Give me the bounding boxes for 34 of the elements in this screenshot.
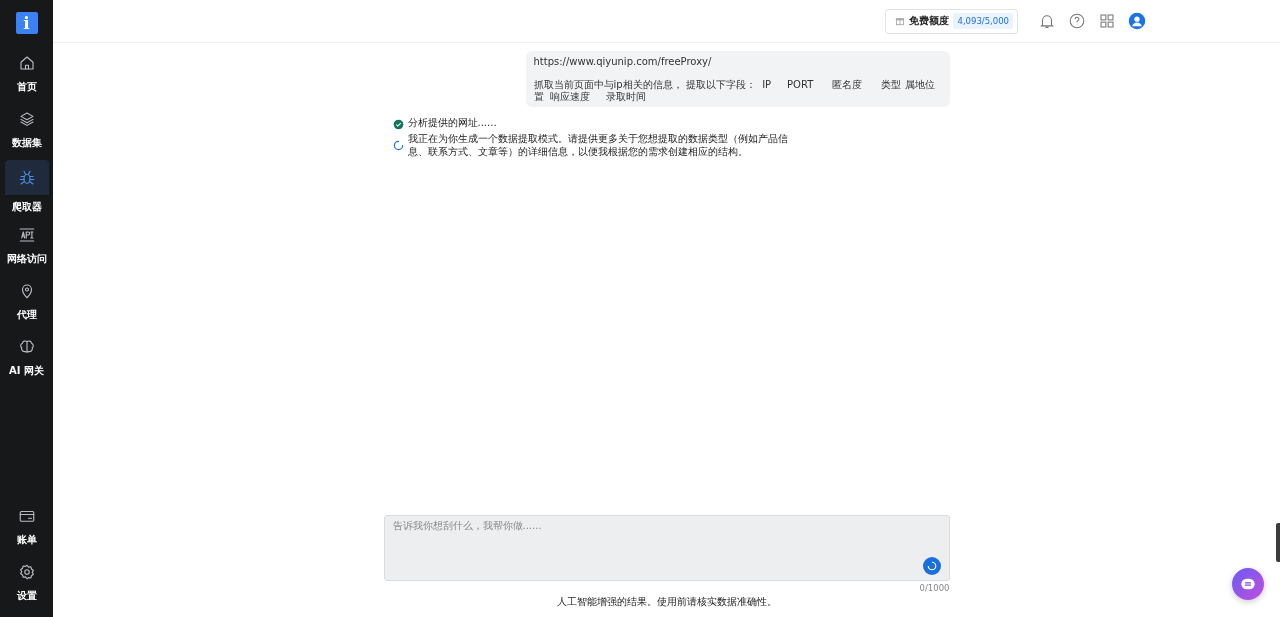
chat-button[interactable] [1232,568,1264,600]
nav-item[interactable]: 账单 [4,501,49,553]
bug-icon [17,169,36,187]
nav-item[interactable]: 首页 [4,48,49,100]
quota-label: 免费额度 [909,14,950,28]
check-icon [392,119,404,130]
nav-item[interactable]: AI 网关 [4,332,49,384]
brain-icon [17,338,36,356]
bell-icon[interactable] [1038,12,1056,30]
disclaimer-text: 人工智能增强的结果。使用前请核实数据准确性。 [556,595,777,609]
side-handle[interactable] [1276,523,1280,562]
spinner-icon [392,140,404,151]
quota-value: 4,093/5,000 [953,13,1013,29]
avatar-icon[interactable] [1128,12,1146,30]
help-icon[interactable] [1068,12,1086,30]
prompt-field[interactable]: 告诉我你想刮什么，我帮你做...... [383,515,950,581]
api-icon [17,226,36,244]
nav-item[interactable]: 代理 [4,276,49,328]
nav-item[interactable]: 网络访问 [4,220,49,272]
logo-icon: i [15,12,38,34]
layers-icon [17,110,36,128]
gift-icon [895,16,906,26]
status-text: 分析提供的网址...... [407,117,497,130]
status-text: 我正在为你生成一个数据提取模式。请提供更多关于您想提取的数据类型（例如产品信息、联系方式、文章等）的详细信息，以便我根据您的需求创建相应的结构。 [407,133,789,158]
apps-grid-icon[interactable] [1098,12,1116,30]
message-text: 抓取当前页面中与ip相关的信息， 提取以下字段： IP PORT 匿名度 类型 属地位置 响应速度 录取时间 [533,79,936,103]
spinner-icon [925,560,938,572]
settings-icon [17,563,36,581]
nav-item[interactable]: 数据集 [4,104,49,156]
nav-item[interactable]: 设置 [4,557,49,609]
char-counter: 0/1000 [918,583,950,593]
message-url: https://www.qiyunip.com/freeProxy/ [533,56,713,68]
quota-button[interactable]: 免费额度 4,093/5,000 [885,8,1018,34]
home-icon [17,54,36,72]
